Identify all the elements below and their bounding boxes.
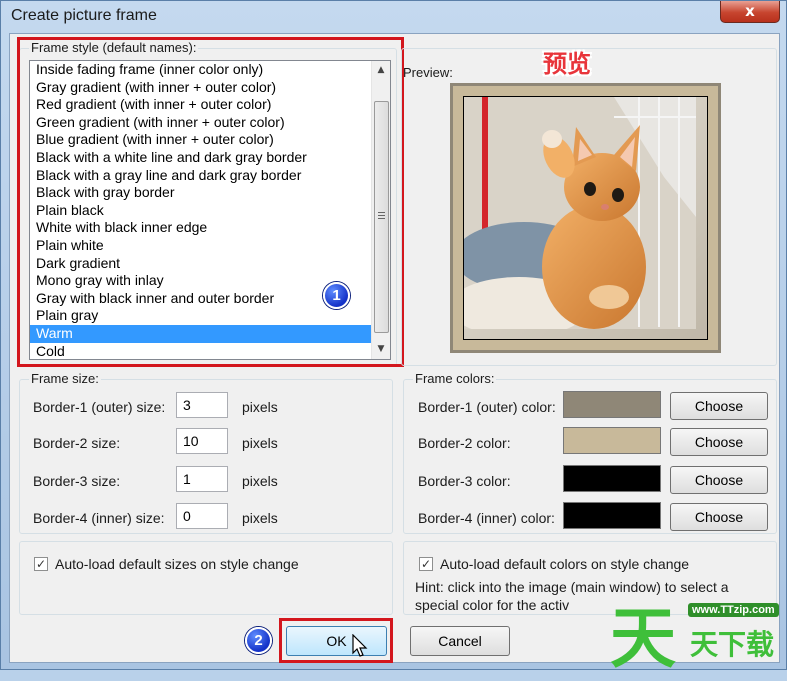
autoload-colors-label[interactable]: Auto-load default colors on style change [440,556,689,572]
border-3-size-unit: pixels [242,473,278,489]
step-badge-2: 2 [245,627,272,654]
watermark-text: 天下载 [690,628,775,661]
cancel-button[interactable]: Cancel [410,626,510,656]
border-4-size-input[interactable] [176,503,228,529]
close-button[interactable]: x [720,1,780,23]
preview-border-3 [463,96,708,340]
autoload-sizes-panel [19,541,393,615]
autoload-sizes-checkbox[interactable]: ✓ [34,557,48,571]
watermark-big-char: 天 [610,600,676,677]
border-3-size-label: Border-3 size: [33,473,121,489]
border-4-size-unit: pixels [242,510,278,526]
border-3-size-input[interactable] [176,466,228,492]
frame-colors-group-label: Frame colors: [413,371,497,386]
border-4-color-label: Border-4 (inner) color: [418,510,555,526]
autoload-colors-checkbox[interactable]: ✓ [419,557,433,571]
border-3-color-swatch [563,465,661,492]
border-2-color-label: Border-2 color: [418,435,511,451]
border-2-choose-button[interactable]: Choose [670,428,768,456]
highlight-box-ok [279,618,393,663]
kitten-illustration [464,97,696,337]
kitten-photo[interactable] [464,97,707,339]
border-2-size-unit: pixels [242,435,278,451]
window-title: Create picture frame [11,7,157,24]
highlight-box-frame-style [17,37,404,367]
border-4-color-swatch [563,502,661,529]
step-badge-1: 1 [323,282,350,309]
preview-border-2 [453,86,718,350]
frame-size-group-label: Frame size: [29,371,101,386]
dialog-window: Create picture frame x Frame style (defa… [0,0,787,677]
watermark-url: www.TTzip.com [688,603,779,617]
border-1-choose-button[interactable]: Choose [670,392,768,420]
border-2-size-label: Border-2 size: [33,435,121,451]
preview-image-frame[interactable] [450,83,721,353]
preview-annotation-cn: 预览 [543,50,591,78]
border-2-size-input[interactable] [176,428,228,454]
border-4-size-label: Border-4 (inner) size: [33,510,165,526]
autoload-sizes-label[interactable]: Auto-load default sizes on style change [55,556,299,572]
border-3-color-label: Border-3 color: [418,473,511,489]
border-1-color-label: Border-1 (outer) color: [418,399,556,415]
border-1-size-input[interactable] [176,392,228,418]
border-4-choose-button[interactable]: Choose [670,503,768,531]
border-1-size-unit: pixels [242,399,278,415]
border-1-size-label: Border-1 (outer) size: [33,399,166,415]
title-bar[interactable]: Create picture frame x [1,1,786,33]
hint-text-line-2: special color for the activ [415,597,570,613]
preview-label: Preview: [403,65,453,80]
border-2-color-swatch [563,427,661,454]
mouse-cursor-icon [352,634,368,657]
site-watermark: 天 www.TTzip.com 天下载 [596,591,786,677]
border-3-choose-button[interactable]: Choose [670,466,768,494]
border-1-color-swatch [563,391,661,418]
